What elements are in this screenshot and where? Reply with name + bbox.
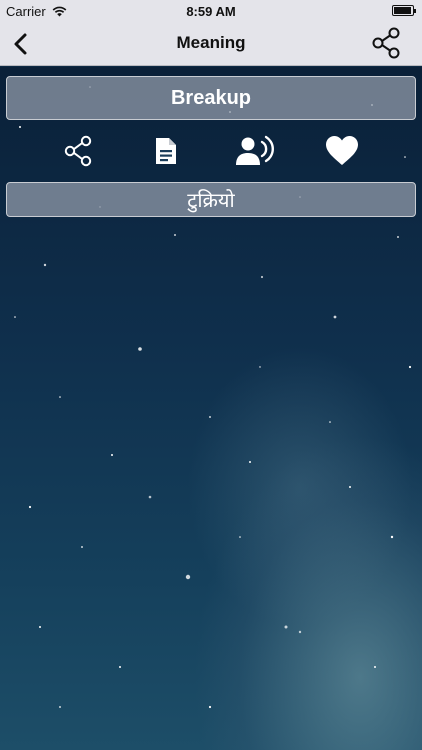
page-title: Meaning	[176, 33, 246, 52]
content-area: Breakup टुक्रियो	[0, 67, 422, 750]
word-display: Breakup	[6, 76, 416, 120]
nav-share-button[interactable]	[370, 26, 404, 60]
heart-icon	[326, 136, 358, 165]
share-icon	[64, 135, 92, 167]
action-bar	[0, 131, 422, 171]
favorite-button[interactable]	[322, 131, 362, 171]
document-icon	[156, 138, 176, 164]
share-word-button[interactable]	[59, 131, 99, 171]
speak-button[interactable]	[233, 131, 277, 171]
status-bar: Carrier 8:59 AM	[0, 0, 422, 22]
meaning-display: टुक्रियो	[6, 182, 416, 217]
battery-icon	[392, 5, 416, 16]
share-icon	[372, 27, 400, 59]
navigation-bar: Meaning	[0, 22, 422, 66]
copy-button[interactable]	[146, 131, 186, 171]
speaker-person-icon	[236, 135, 274, 165]
status-time: 8:59 AM	[186, 4, 236, 19]
